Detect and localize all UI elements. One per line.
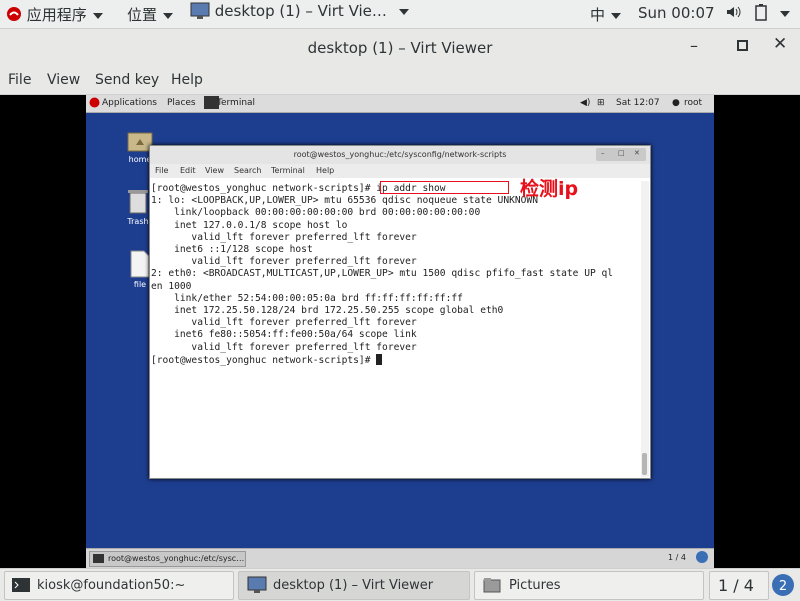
guest-task-label: root@westos_yonghuc:/etc/sysc… — [108, 554, 245, 563]
chevron-down-icon — [780, 10, 790, 17]
svg-text:2: 2 — [779, 579, 787, 594]
terminal-minimize-button[interactable]: – — [601, 149, 605, 157]
task-label: kiosk@foundation50:~ — [37, 578, 186, 593]
maximize-button[interactable] — [737, 40, 748, 51]
terminal-prompt: [root@westos_yonghuc network-scripts]# — [151, 354, 377, 366]
task-pictures[interactable]: Pictures — [474, 571, 704, 600]
annotation-label: 检测ip — [520, 178, 579, 200]
terminal-line: valid_lft forever preferred_lft forever — [151, 317, 417, 329]
folder-icon — [483, 578, 501, 593]
terminal-window-controls: – □ ✕ — [596, 148, 646, 161]
chevron-down-icon — [92, 12, 103, 19]
battery-icon[interactable] — [755, 4, 767, 25]
annotation-highlight-box — [380, 181, 509, 194]
input-method-indicator[interactable]: 中 — [590, 4, 622, 25]
task-label: desktop (1) – Virt Viewer — [273, 578, 434, 593]
active-window-label: desktop (1) – Virt Vie… — [214, 2, 387, 20]
document-icon — [130, 250, 150, 278]
terminal-prompt-line: [root@westos_yonghuc network-scripts]# — [151, 353, 639, 367]
menu-file[interactable]: File — [8, 72, 31, 88]
input-method-label: 中 — [590, 6, 606, 24]
task-virt-viewer[interactable]: desktop (1) – Virt Viewer — [238, 571, 470, 600]
task-label: Pictures — [509, 578, 561, 593]
workspace-pager[interactable]: 1 / 4 — [709, 571, 769, 600]
terminal-scrollbar[interactable] — [641, 181, 649, 477]
applications-label: 应用程序 — [26, 6, 87, 24]
terminal-menu-search[interactable]: Search — [234, 166, 261, 175]
host-taskbar: kiosk@foundation50:~ desktop (1) – Virt … — [0, 568, 800, 601]
active-window-menu[interactable]: desktop (1) – Virt Vie… — [190, 2, 409, 20]
guest-fedora-icon — [89, 97, 100, 111]
terminal-cursor — [376, 353, 383, 365]
terminal-line: en 1000 — [151, 280, 192, 292]
terminal-line: valid_lft forever preferred_lft forever — [151, 256, 417, 268]
guest-task-terminal-icon — [93, 554, 104, 563]
terminal-icon — [12, 578, 30, 592]
terminal-menu-help[interactable]: Help — [316, 166, 334, 175]
terminal-line: inet 127.0.0.1/8 scope host lo — [151, 219, 348, 231]
terminal-titlebar: root@westos_yonghuc:/etc/sysconfig/netwo… — [150, 146, 650, 165]
close-button[interactable]: ✕ — [773, 34, 787, 54]
monitor-icon — [247, 576, 267, 593]
terminal-menu-view[interactable]: View — [205, 166, 224, 175]
monitor-icon — [190, 2, 210, 19]
terminal-menu-edit[interactable]: Edit — [180, 166, 196, 175]
places-label: 位置 — [127, 6, 158, 24]
terminal-line: link/loopback 00:00:00:00:00:00 brd 00:0… — [151, 207, 481, 219]
menu-send-key[interactable]: Send key — [95, 72, 159, 88]
fedora-logo-icon — [7, 7, 21, 21]
guest-workspace-pager[interactable]: 1 / 4 — [668, 553, 686, 562]
viewer-title: desktop (1) – Virt Viewer — [307, 39, 493, 57]
guest-notification-icon[interactable] — [696, 551, 708, 563]
chevron-down-icon — [611, 12, 622, 19]
host-top-panel: 应用程序 位置 desktop (1) – Virt Vie… 中 Sun 00… — [0, 0, 800, 29]
terminal-title: root@westos_yonghuc:/etc/sysconfig/netwo… — [293, 150, 507, 159]
guest-taskbar: root@westos_yonghuc:/etc/sysc… 1 / 4 — [86, 548, 714, 568]
guest-applications-menu[interactable]: Applications — [102, 98, 157, 108]
guest-clock[interactable]: Sat 12:07 — [616, 98, 660, 108]
guest-top-panel: Applications Places Terminal ◀) ⊞ Sat 12… — [86, 95, 714, 113]
terminal-menu-terminal[interactable]: Terminal — [271, 166, 305, 175]
terminal-close-button[interactable]: ✕ — [634, 149, 640, 157]
menu-view[interactable]: View — [47, 72, 80, 88]
workspace-pager-label: 1 / 4 — [718, 576, 754, 595]
guest-volume-icon[interactable]: ◀) — [580, 98, 590, 108]
terminal-line: link/ether 52:54:00:00:05:0a brd ff:ff:f… — [151, 292, 463, 304]
terminal-output[interactable]: [root@westos_yonghuc network-scripts]# i… — [150, 183, 639, 473]
terminal-line: valid_lft forever preferred_lft forever — [151, 231, 417, 243]
guest-user-icon[interactable]: ● — [672, 98, 680, 108]
guest-places-menu[interactable]: Places — [167, 98, 196, 108]
terminal-line: valid_lft forever preferred_lft forever — [151, 341, 417, 353]
terminal-line: inet6 fe80::5054:ff:fe00:50a/64 scope li… — [151, 329, 417, 341]
terminal-maximize-button[interactable]: □ — [618, 149, 625, 157]
terminal-menu-file[interactable]: File — [155, 166, 168, 175]
guest-display[interactable]: Applications Places Terminal ◀) ⊞ Sat 12… — [86, 95, 714, 568]
guest-terminal-label[interactable]: Terminal — [217, 98, 255, 108]
viewer-titlebar: desktop (1) – Virt Viewer – ✕ — [0, 29, 800, 66]
power-menu[interactable] — [780, 4, 790, 22]
viewer-menubar: File View Send key Help — [0, 66, 800, 95]
chevron-down-icon — [398, 8, 409, 15]
volume-icon[interactable] — [725, 4, 741, 24]
applications-menu[interactable]: 应用程序 — [6, 4, 103, 25]
minimize-button[interactable]: – — [690, 36, 698, 55]
places-menu[interactable]: 位置 — [127, 4, 174, 25]
chevron-down-icon — [163, 12, 174, 19]
task-kiosk-terminal[interactable]: kiosk@foundation50:~ — [4, 571, 234, 600]
guest-user-label[interactable]: root — [684, 98, 702, 108]
clock[interactable]: Sun 00:07 — [638, 4, 715, 22]
guest-network-icon[interactable]: ⊞ — [597, 98, 605, 108]
notification-icon[interactable]: 2 — [771, 573, 795, 597]
terminal-scrollbar-thumb[interactable] — [642, 453, 647, 475]
trash-icon — [128, 190, 148, 214]
terminal-line: 2: eth0: <BROADCAST,MULTICAST,UP,LOWER_U… — [151, 268, 614, 280]
menu-help[interactable]: Help — [171, 72, 203, 88]
terminal-line: inet6 ::1/128 scope host — [151, 244, 313, 256]
terminal-line: inet 172.25.50.128/24 brd 172.25.50.255 … — [151, 305, 504, 317]
guest-task-terminal[interactable]: root@westos_yonghuc:/etc/sysc… — [89, 551, 246, 567]
